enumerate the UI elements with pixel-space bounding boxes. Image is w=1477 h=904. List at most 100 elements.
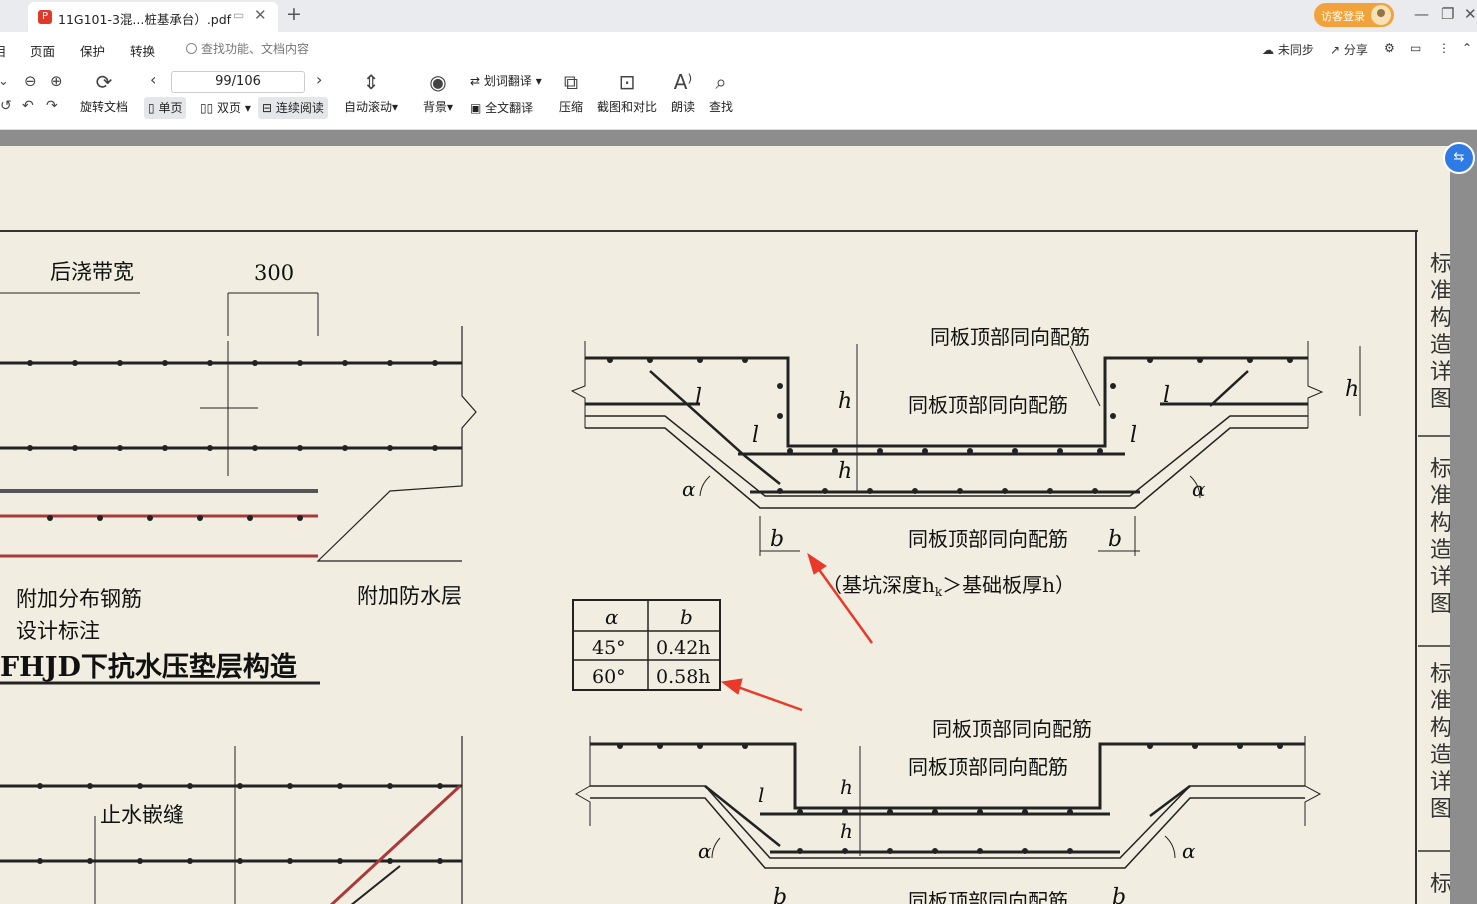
alpha-label-left: α [682,477,696,501]
more-icon[interactable]: ⋮ [1438,41,1450,55]
find-button[interactable]: ⌕ 查找 [704,70,738,115]
read-aloud-label: 朗读 [670,100,695,114]
find-label: 查找 [708,100,733,114]
screenshot-icon: ⊡ [618,70,636,94]
design-note-label: 设计标注 [16,619,100,643]
prev-page-icon[interactable]: ‹ [150,70,156,89]
rotate-document-icon: ⟳ [95,70,113,94]
table-cell-60: 60° [592,666,626,688]
pin-icon[interactable]: ▭ [233,8,244,22]
right-upper-detail [570,341,1361,556]
find-icon: ⌕ [715,70,727,94]
eye-icon: ◉ [429,70,447,94]
compress-button[interactable]: ⧉ 压缩 [553,70,589,115]
single-page-button[interactable]: ▯ 单页 [144,97,187,119]
auto-scroll-button[interactable]: ⇕ 自动滚动▾ [340,70,402,115]
full-translate-label: 全文翻译 [485,101,534,115]
hk-label: h [838,389,852,414]
la-label-2: l [752,423,759,448]
lower-b-left: b [773,885,787,904]
close-tab-icon[interactable]: ✕ [254,6,267,24]
table-cell-45: 45° [592,637,626,659]
screenshot-compare-label: 截图和对比 [596,100,657,114]
auto-scroll-icon: ⇕ [362,70,380,94]
zoom-out-icon[interactable]: ⊖ [24,72,37,90]
la-label-1: l [695,385,702,410]
pdf-icon: P [38,10,52,24]
read-aloud-icon: A⁾ [673,70,693,94]
background-label: 背景 [422,100,447,114]
background-button[interactable]: ◉ 背景▾ [418,70,458,115]
tab-title: 11G101-3混...桩基承台）.pdf [58,12,232,27]
menu-item-edit[interactable]: 目 [0,41,7,60]
guest-login-button[interactable]: 访客登录 [1314,3,1394,27]
translate-icon: ⇄ [470,74,481,88]
la-label-3: l [1163,383,1170,408]
side-title-4: 标 [1430,872,1450,897]
comment-icon[interactable]: ▭ [1410,41,1421,55]
close-window-button[interactable]: ✕ [1464,5,1477,23]
login-label: 访客登录 [1321,10,1365,23]
floating-sync-button[interactable]: ⇆ [1443,142,1475,174]
b-label-right: b [1108,527,1122,552]
full-translate-button[interactable]: ▣ 全文翻译 [466,97,537,119]
page-number-input[interactable]: 99/106 [171,71,305,93]
b-label-left: b [770,527,784,552]
table-header-alpha: α [605,605,619,629]
redo-icon[interactable]: ↷ [46,98,58,114]
new-tab-button[interactable]: + [286,3,302,25]
collapse-icon[interactable]: ⌃ [1462,41,1472,55]
word-translate-button[interactable]: ⇄ 划词翻译 ▾ [466,70,546,92]
toolbar: ⌄ ⊖ ⊕ ↺ ↶ ↷ ⟳ 旋转文档 ‹ 99/106 › ▯ 单页 ▯▯ 双页… [0,64,1477,130]
search-placeholder: 查找功能、文档内容 [201,42,310,56]
function-search[interactable]: 查找功能、文档内容 [186,40,309,57]
document-viewport[interactable]: 后浇带宽 300 附加分布钢筋 设计标注 附加防水层 FHJD下抗水压垫层构造 … [0,130,1477,904]
zoom-dropdown-icon[interactable]: ⌄ [0,74,9,89]
compress-icon: ⧉ [563,70,579,94]
read-aloud-button[interactable]: A⁾ 朗读 [666,70,700,115]
settings-icon[interactable]: ⚙ [1384,41,1395,55]
h-label-right: h [1345,377,1359,402]
alpha-label-right: α [1192,477,1206,501]
double-page-label: 双页 [217,101,242,115]
next-page-icon[interactable]: › [316,70,322,89]
screenshot-compare-button[interactable]: ⊡ 截图和对比 [594,70,660,115]
upper-rebar-note-3: 同板顶部同向配筋 [908,527,1068,551]
continuous-icon: ⊟ [262,101,273,115]
single-page-label: 单页 [158,101,183,115]
lower-alpha-left: α [698,839,712,863]
lower-rebar-note-2: 同板顶部同向配筋 [908,755,1068,779]
share-button[interactable]: ↗ 分享 [1330,41,1368,58]
h-label-upper: h [838,459,852,484]
single-page-icon: ▯ [148,101,155,115]
sync-label: 未同步 [1277,43,1314,57]
undo-icon[interactable]: ↶ [22,98,34,114]
lower-alpha-right: α [1182,839,1196,863]
restore-button[interactable]: ❐ [1441,5,1454,23]
sync-icon: ⇆ [1453,150,1465,165]
sync-status[interactable]: ☁ 未同步 [1262,41,1314,58]
rotate-label: 旋转文档 [79,100,128,114]
minimize-button[interactable]: — [1414,5,1429,23]
continuous-read-button[interactable]: ⊟ 连续阅读 [258,97,328,119]
lower-la-label: l [758,783,764,807]
rotate-document-button[interactable]: ⟳ 旋转文档 [78,70,130,115]
lower-rebar-note-1: 同板顶部同向配筋 [932,717,1092,741]
search-icon [186,43,197,54]
lower-b-right: b [1112,885,1126,904]
share-icon: ↗ [1330,43,1341,57]
document-tab[interactable]: P 11G101-3混...桩基承台）.pdf ▭ ✕ [28,2,278,32]
rotate-left-icon[interactable]: ↺ [0,98,12,114]
menu-item-protect[interactable]: 保护 [80,41,105,60]
menu-item-page[interactable]: 页面 [30,41,55,60]
condition-note: （基坑深度hk＞基础板厚h） [822,573,1075,599]
zoom-in-icon[interactable]: ⊕ [50,72,63,90]
double-page-button[interactable]: ▯▯ 双页 ▾ [196,97,255,119]
drawing-canvas: 后浇带宽 300 附加分布钢筋 设计标注 附加防水层 FHJD下抗水压垫层构造 … [0,230,1452,904]
lower-rebar-note-3: 同板顶部同向配筋 [908,889,1068,904]
word-translate-label: 划词翻译 [483,74,532,88]
menu-item-convert[interactable]: 转换 [130,41,155,60]
extra-rebar-label: 附加分布钢筋 [16,587,142,611]
cloud-icon: ☁ [1262,43,1274,57]
menu-bar: 目 页面 保护 转换 查找功能、文档内容 ☁ 未同步 ↗ 分享 ⚙ ▭ ⋮ ⌃ [0,32,1477,64]
